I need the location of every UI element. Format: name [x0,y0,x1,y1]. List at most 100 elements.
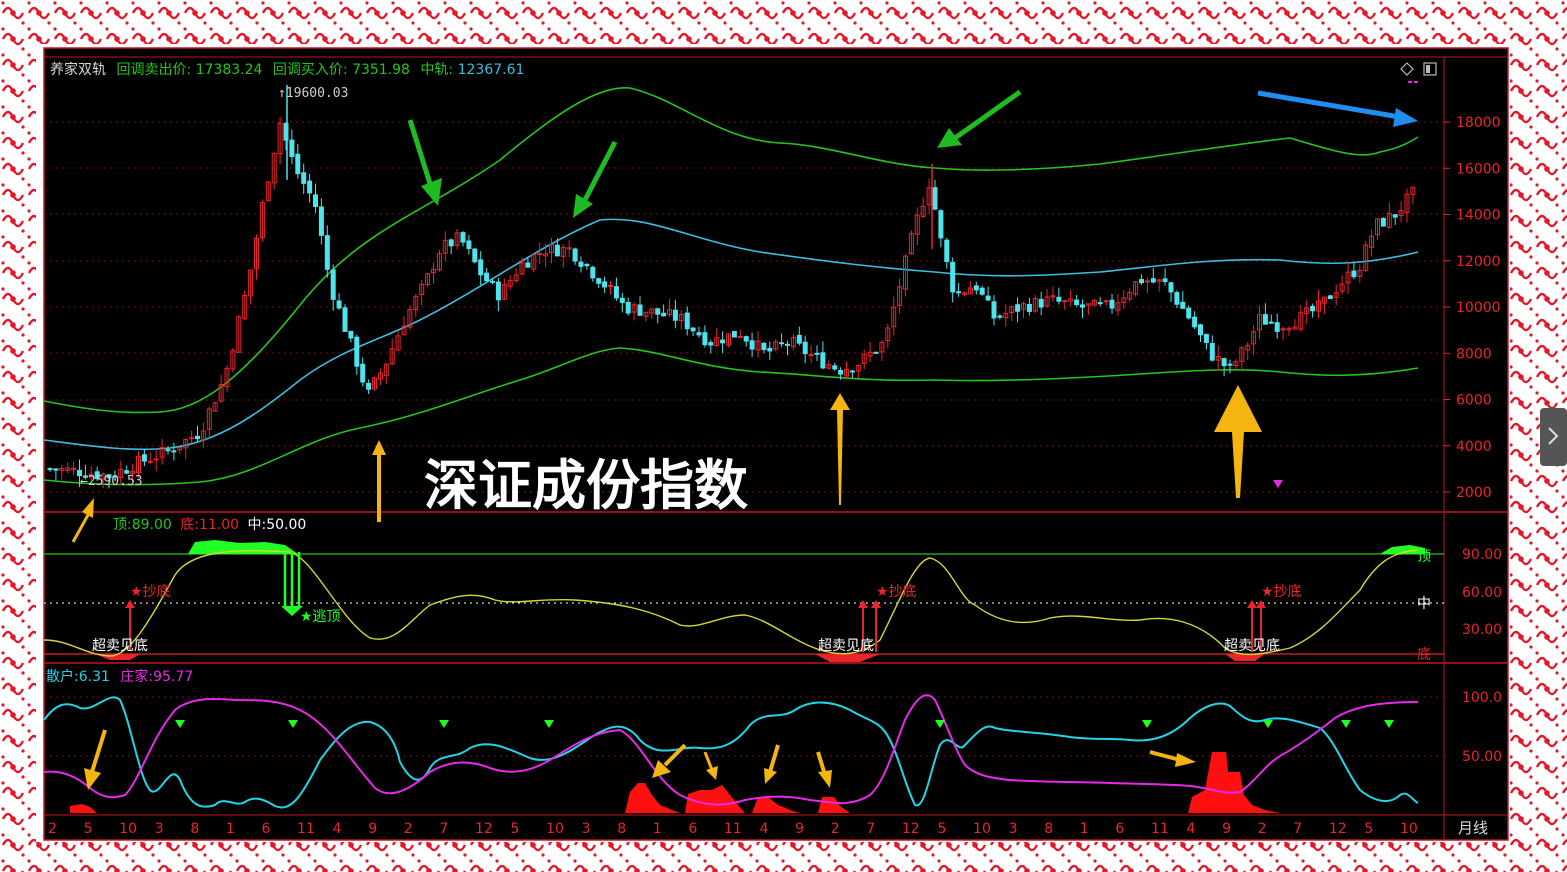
candle-body [1380,218,1386,227]
x-tick-label: 9 [368,821,377,837]
candle-body [1268,321,1274,324]
candle-body [672,309,678,321]
x-tick-label: 6 [261,821,270,837]
period-label[interactable]: 月线 [1458,819,1488,837]
sell-value: 17383.24 [196,62,263,78]
svg-text:★抄底: ★抄底 [876,584,917,600]
candle-body [342,307,348,332]
candle-body [124,470,130,474]
high-marker-label: ↑19600.03 [278,86,348,101]
y-tick-label: 16000 [1456,161,1501,177]
x-tick-label: 12 [475,821,493,837]
svg-text:底: 底 [1417,647,1431,663]
x-tick-label: 12 [1329,821,1347,837]
candle-body [590,266,596,279]
candle-body [165,449,171,452]
x-tick-label: 8 [1044,821,1053,837]
candle-body [985,295,991,301]
y-tick-label: 12000 [1456,254,1501,270]
x-tick-label: 6 [688,821,697,837]
candle-body [448,239,454,247]
x-tick-label: 3 [582,821,591,837]
buy-value: 7351.98 [352,62,410,78]
x-tick-label: 5 [937,821,946,837]
candle-body [1026,303,1032,312]
candle-body [1144,280,1150,283]
candle-body [348,330,354,339]
candle-body [295,153,301,175]
candle-body [525,262,531,268]
x-tick-label: 10 [119,821,137,837]
candle-body [1198,324,1203,336]
candle-body [1310,305,1316,312]
candle-body [1262,314,1268,325]
candle-body [318,206,324,236]
sell-signal-icon [281,552,303,616]
candle-body [596,278,602,284]
svg-text:50.00: 50.00 [1462,749,1502,765]
candle-body [1274,322,1280,332]
candle-body [1097,302,1103,305]
candle-body [478,259,484,276]
candle-body [466,240,472,250]
x-tick-label: 1 [226,821,235,837]
candle-body [1168,282,1174,293]
x-tick-label: 8 [190,821,199,837]
candle-body [1080,304,1085,308]
candle-body [307,180,313,194]
candle-body [1074,299,1080,306]
candle-body [572,248,578,262]
x-tick-label: 9 [795,821,804,837]
candle-body [708,342,714,346]
candle-body [1180,301,1186,309]
candle-body [495,281,501,301]
candle-body [796,334,802,344]
candle-body [997,315,1003,318]
candle-body [1038,298,1044,308]
y-tick-label: 14000 [1456,208,1501,224]
candle-body [360,363,366,383]
sell-label: 回调卖出价: [116,62,191,78]
x-tick-label: 1 [1080,821,1089,837]
candle-body [189,437,195,440]
x-tick-label: 10 [546,821,564,837]
mid-value: 12367.61 [458,62,525,78]
x-tick-label: 5 [1364,821,1373,837]
x-tick-label: 9 [1222,821,1231,837]
candle-body [696,332,702,336]
y-tick-label: 6000 [1456,393,1492,409]
candle-body [1203,333,1209,343]
x-tick-label: 10 [973,821,991,837]
x-tick-label: 11 [1151,821,1169,837]
candle-body [820,352,826,369]
x-tick-label: 6 [1115,821,1124,837]
candle-body [584,263,590,267]
x-tick-label: 10 [1400,821,1418,837]
x-tick-label: 1 [653,821,662,837]
candle-body [690,327,696,332]
y-tick-label: 8000 [1456,346,1492,362]
x-tick-label: 8 [617,821,626,837]
y-tick-label: 18000 [1456,115,1501,131]
candle-body [661,312,667,317]
candle-body [932,187,938,210]
low-marker-label: ←2590.53 [80,474,143,489]
candle-body [324,235,330,270]
candle-body [354,336,360,367]
svg-text:90.00: 90.00 [1462,547,1502,563]
candle-body [141,454,147,462]
candle-body [1062,300,1068,303]
chart-background [44,48,1508,840]
svg-text:★逃顶: ★逃顶 [300,609,341,625]
side-collapse-tab[interactable] [1540,408,1567,466]
svg-text:60.00: 60.00 [1462,585,1502,601]
candle-body [731,331,737,338]
candle-body [1150,278,1156,283]
y-tick-label: 10000 [1456,300,1501,316]
flow-header: 散户:6.31 庄家:95.77 [46,668,193,685]
candle-body [53,468,59,471]
svg-text:30.00: 30.00 [1462,622,1502,638]
svg-text:中: 中 [1417,596,1431,612]
candle-body [1162,278,1168,283]
x-tick-label: 2 [1258,821,1267,837]
